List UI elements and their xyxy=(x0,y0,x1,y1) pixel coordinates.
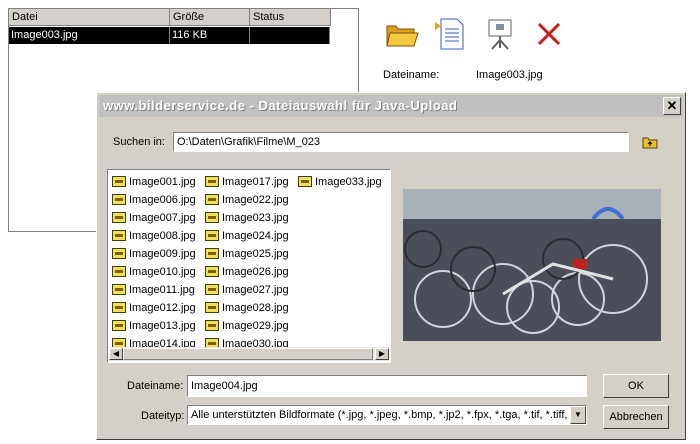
look-in-label: Suchen in: xyxy=(113,136,165,148)
jpg-file-icon xyxy=(112,248,126,259)
jpg-file-icon xyxy=(205,248,219,259)
column-header-status[interactable]: Status xyxy=(250,9,331,26)
file-name: Image010.jpg xyxy=(129,266,196,278)
list-item[interactable]: Image033.jpg xyxy=(298,173,382,191)
file-name: Image009.jpg xyxy=(129,248,196,260)
close-icon: ✕ xyxy=(666,98,678,113)
jpg-file-icon xyxy=(205,194,219,205)
list-item[interactable]: Image013.jpg xyxy=(112,317,196,335)
file-name: Image012.jpg xyxy=(129,302,196,314)
list-item[interactable]: Image009.jpg xyxy=(112,245,196,263)
delete-icon[interactable] xyxy=(531,16,567,52)
list-item[interactable]: Image017.jpg xyxy=(205,173,289,191)
cell-status xyxy=(250,27,330,44)
list-item[interactable]: Image027.jpg xyxy=(205,281,289,299)
file-name: Image013.jpg xyxy=(129,320,196,332)
file-name: Image011.jpg xyxy=(129,284,195,296)
jpg-file-icon xyxy=(112,302,126,313)
filetype-value: Alle unterstützten Bildformate (*.jpg, *… xyxy=(191,409,568,421)
file-name: Image025.jpg xyxy=(222,248,289,260)
dialog-title: www.bilderservice.de - Dateiauswahl für … xyxy=(103,98,458,113)
filename-label: Dateiname: xyxy=(383,69,440,81)
list-item[interactable]: Image001.jpg xyxy=(112,173,196,191)
list-item[interactable]: Image008.jpg xyxy=(112,227,196,245)
file-name: Image026.jpg xyxy=(222,266,289,278)
filetype-label: Dateityp: xyxy=(141,410,185,422)
jpg-file-icon xyxy=(205,302,219,313)
jpg-file-icon xyxy=(205,212,219,223)
look-in-path[interactable]: O:\Daten\Grafik\Filme\M_023 xyxy=(173,132,629,152)
filename-input[interactable]: Image004.jpg xyxy=(187,375,587,397)
list-item[interactable]: Image012.jpg xyxy=(112,299,196,317)
file-name: Image023.jpg xyxy=(222,212,289,224)
jpg-file-icon xyxy=(112,230,126,241)
list-item[interactable]: Image024.jpg xyxy=(205,227,289,245)
list-item[interactable]: Image007.jpg xyxy=(112,209,196,227)
list-item[interactable]: Image010.jpg xyxy=(112,263,196,281)
file-name: Image024.jpg xyxy=(222,230,289,242)
file-name: Image007.jpg xyxy=(129,212,196,224)
file-list[interactable]: Image001.jpg Image006.jpg Image007.jpg Imag… xyxy=(107,169,391,363)
file-name: Image017.jpg xyxy=(222,176,289,188)
jpg-file-icon xyxy=(205,320,219,331)
scrollbar-thumb[interactable] xyxy=(123,348,373,360)
file-name: Image022.jpg xyxy=(222,194,289,206)
list-item[interactable]: Image022.jpg xyxy=(205,191,289,209)
up-folder-icon[interactable] xyxy=(642,135,658,149)
jpg-file-icon xyxy=(112,266,126,277)
file-name: Image008.jpg xyxy=(129,230,196,242)
list-item[interactable]: Image023.jpg xyxy=(205,209,289,227)
filetype-select[interactable]: Alle unterstützten Bildformate (*.jpg, *… xyxy=(187,405,587,425)
jpg-file-icon xyxy=(205,176,219,187)
file-name: Image033.jpg xyxy=(315,176,382,188)
cell-file: Image003.jpg xyxy=(9,27,170,44)
dialog-titlebar[interactable]: www.bilderservice.de - Dateiauswahl für … xyxy=(99,95,683,117)
scroll-right-button[interactable]: ▶ xyxy=(375,348,389,360)
jpg-file-icon xyxy=(205,266,219,277)
jpg-file-icon xyxy=(112,320,126,331)
jpg-file-icon xyxy=(205,230,219,241)
file-name: Image001.jpg xyxy=(129,176,196,188)
jpg-file-icon xyxy=(112,194,126,205)
open-folder-icon[interactable] xyxy=(384,16,420,52)
file-name: Image029.jpg xyxy=(222,320,289,332)
horizontal-scrollbar[interactable]: ◀ ▶ xyxy=(109,347,389,361)
chevron-down-icon[interactable]: ▼ xyxy=(570,406,586,424)
list-item[interactable]: Image025.jpg xyxy=(205,245,289,263)
document-icon[interactable] xyxy=(433,16,469,52)
jpg-file-icon xyxy=(112,176,126,187)
presentation-icon[interactable] xyxy=(482,16,518,52)
scroll-left-button[interactable]: ◀ xyxy=(109,348,123,360)
jpg-file-icon xyxy=(112,212,126,223)
file-name: Image006.jpg xyxy=(129,194,196,206)
file-name: Image028.jpg xyxy=(222,302,289,314)
jpg-file-icon xyxy=(205,284,219,295)
ok-button[interactable]: OK xyxy=(603,374,669,398)
file-name: Image027.jpg xyxy=(222,284,289,296)
list-item[interactable]: Image006.jpg xyxy=(112,191,196,209)
list-item[interactable]: Image028.jpg xyxy=(205,299,289,317)
list-item[interactable]: Image029.jpg xyxy=(205,317,289,335)
dialog-filename-label: Dateiname: xyxy=(127,380,184,392)
table-row[interactable]: Image003.jpg 116 KB xyxy=(9,27,330,44)
jpg-file-icon xyxy=(298,176,312,187)
jpg-file-icon xyxy=(112,284,126,295)
cancel-button[interactable]: Abbrechen xyxy=(603,405,669,429)
column-header-size[interactable]: Größe xyxy=(170,9,250,26)
cell-size: 116 KB xyxy=(170,27,250,44)
list-item[interactable]: Image011.jpg xyxy=(112,281,195,299)
image-preview xyxy=(403,189,661,341)
filename-value: Image003.jpg xyxy=(476,69,543,81)
column-header-file[interactable]: Datei xyxy=(9,9,170,26)
list-item[interactable]: Image026.jpg xyxy=(205,263,289,281)
close-button[interactable]: ✕ xyxy=(663,97,681,115)
file-chooser-dialog: www.bilderservice.de - Dateiauswahl für … xyxy=(96,92,686,440)
